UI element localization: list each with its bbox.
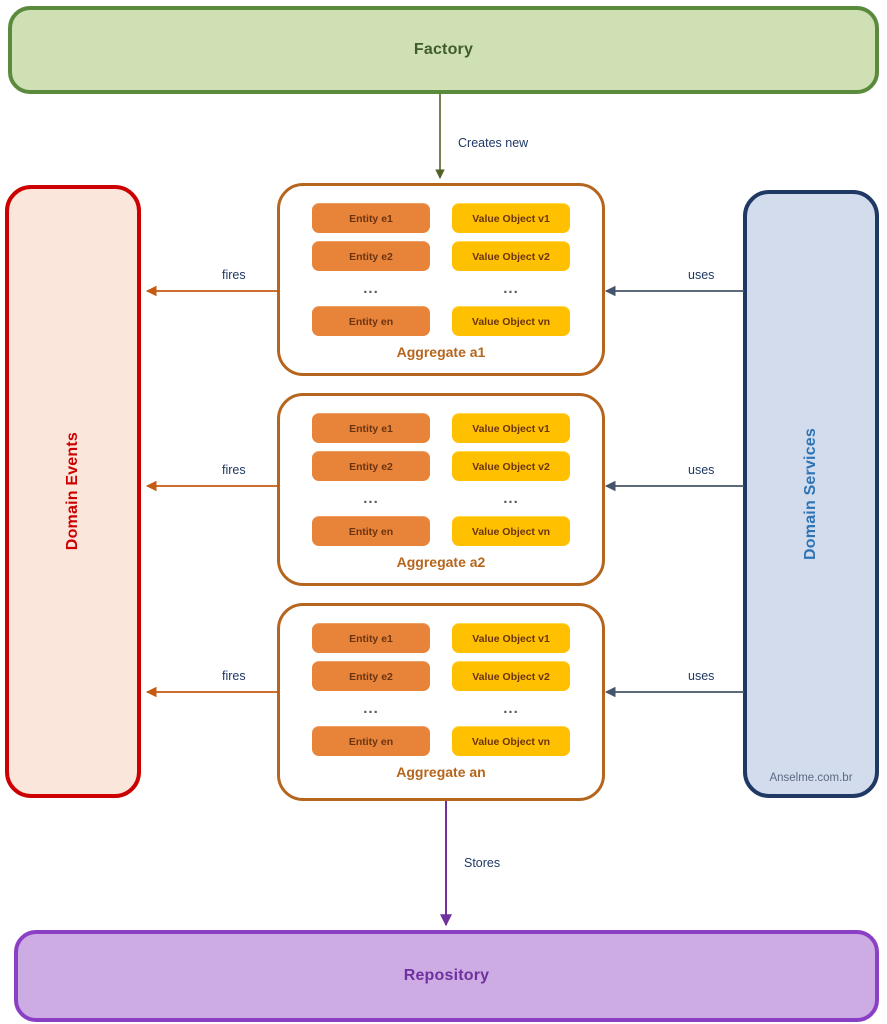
repository-node[interactable]: Repository bbox=[14, 930, 879, 1022]
entity-pill[interactable]: Entity e2 bbox=[312, 241, 430, 271]
value-object-pill[interactable]: Value Object vn bbox=[452, 516, 570, 546]
aggregate-a2-columns: Entity e1 Entity e2 ... Entity en Value … bbox=[280, 396, 602, 546]
value-object-ellipsis: ... bbox=[503, 490, 519, 507]
aggregate-a1-value-object-column: Value Object v1 Value Object v2 ... Valu… bbox=[452, 203, 570, 336]
domain-events-node[interactable]: Domain Events bbox=[5, 185, 141, 798]
uses-arrow-1 bbox=[604, 285, 744, 297]
aggregate-a1-title: Aggregate a1 bbox=[396, 344, 486, 360]
value-object-ellipsis: ... bbox=[503, 700, 519, 717]
value-object-pill[interactable]: Value Object v2 bbox=[452, 661, 570, 691]
entity-ellipsis: ... bbox=[363, 700, 379, 717]
stores-label: Stores bbox=[464, 856, 501, 870]
uses-label-3: uses bbox=[688, 669, 715, 683]
entity-pill[interactable]: Entity en bbox=[312, 306, 430, 336]
domain-events-label: Domain Events bbox=[64, 432, 81, 551]
entity-pill[interactable]: Entity e2 bbox=[312, 661, 430, 691]
domain-services-label: Domain Services bbox=[802, 428, 819, 560]
uses-label-2: uses bbox=[688, 463, 715, 477]
aggregate-an-value-object-column: Value Object v1 Value Object v2 ... Valu… bbox=[452, 623, 570, 756]
aggregate-a1-entity-column: Entity e1 Entity e2 ... Entity en bbox=[312, 203, 430, 336]
value-object-pill[interactable]: Value Object v1 bbox=[452, 413, 570, 443]
fires-arrow-3 bbox=[145, 686, 279, 698]
factory-label: Factory bbox=[413, 41, 474, 58]
factory-node[interactable]: Factory bbox=[8, 6, 879, 94]
value-object-pill[interactable]: Value Object v2 bbox=[452, 241, 570, 271]
watermark-text: Anselme.com.br bbox=[769, 772, 853, 784]
entity-pill[interactable]: Entity e1 bbox=[312, 413, 430, 443]
uses-arrow-2 bbox=[604, 480, 744, 492]
value-object-pill[interactable]: Value Object vn bbox=[452, 306, 570, 336]
uses-arrow-3 bbox=[604, 686, 744, 698]
creates-new-arrow bbox=[435, 94, 445, 179]
entity-pill[interactable]: Entity en bbox=[312, 516, 430, 546]
aggregate-a2-title: Aggregate a2 bbox=[396, 554, 486, 570]
fires-label-1: fires bbox=[222, 268, 246, 282]
entity-pill[interactable]: Entity en bbox=[312, 726, 430, 756]
entity-pill[interactable]: Entity e1 bbox=[312, 623, 430, 653]
aggregate-an-title: Aggregate an bbox=[396, 764, 486, 780]
creates-new-label: Creates new bbox=[458, 136, 529, 150]
value-object-pill[interactable]: Value Object v1 bbox=[452, 203, 570, 233]
diagram-canvas: Factory Creates new Domain Events Domain… bbox=[0, 0, 887, 1024]
fires-arrow-2 bbox=[145, 480, 279, 492]
stores-arrow bbox=[440, 801, 452, 927]
fires-label-2: fires bbox=[222, 463, 246, 477]
aggregate-a2-value-object-column: Value Object v1 Value Object v2 ... Valu… bbox=[452, 413, 570, 546]
value-object-pill[interactable]: Value Object v2 bbox=[452, 451, 570, 481]
aggregate-a2-entity-column: Entity e1 Entity e2 ... Entity en bbox=[312, 413, 430, 546]
repository-label: Repository bbox=[403, 967, 490, 984]
entity-pill[interactable]: Entity e1 bbox=[312, 203, 430, 233]
value-object-pill[interactable]: Value Object v1 bbox=[452, 623, 570, 653]
entity-ellipsis: ... bbox=[363, 490, 379, 507]
aggregate-an-entity-column: Entity e1 Entity e2 ... Entity en bbox=[312, 623, 430, 756]
uses-label-1: uses bbox=[688, 268, 715, 282]
aggregate-an[interactable]: Entity e1 Entity e2 ... Entity en Value … bbox=[277, 603, 605, 801]
fires-label-3: fires bbox=[222, 669, 246, 683]
aggregate-a2[interactable]: Entity e1 Entity e2 ... Entity en Value … bbox=[277, 393, 605, 586]
value-object-pill[interactable]: Value Object vn bbox=[452, 726, 570, 756]
entity-ellipsis: ... bbox=[363, 280, 379, 297]
entity-pill[interactable]: Entity e2 bbox=[312, 451, 430, 481]
fires-arrow-1 bbox=[145, 285, 279, 297]
domain-services-node[interactable]: Domain Services Anselme.com.br bbox=[743, 190, 879, 798]
aggregate-a1-columns: Entity e1 Entity e2 ... Entity en Value … bbox=[280, 186, 602, 336]
aggregate-an-columns: Entity e1 Entity e2 ... Entity en Value … bbox=[280, 606, 602, 756]
aggregate-a1[interactable]: Entity e1 Entity e2 ... Entity en Value … bbox=[277, 183, 605, 376]
value-object-ellipsis: ... bbox=[503, 280, 519, 297]
